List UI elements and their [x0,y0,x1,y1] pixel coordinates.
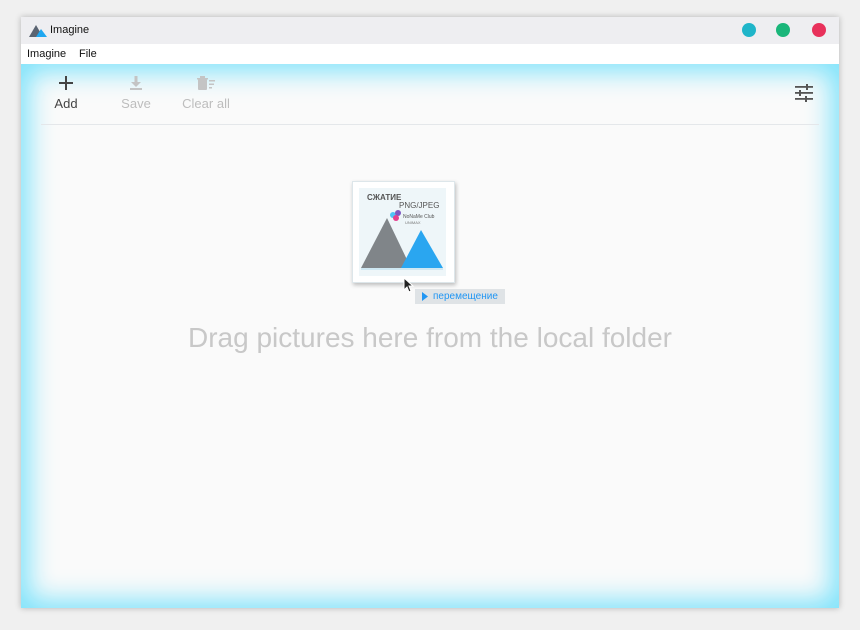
sliders-icon[interactable] [794,84,814,102]
close-button[interactable] [812,23,826,37]
save-button[interactable]: Save [106,74,166,118]
app-window: Imagine Imagine File Add Save Clear all … [21,17,839,608]
drag-move-label: перемещение [433,291,498,302]
add-button[interactable]: Add [36,74,96,118]
save-label: Save [121,96,151,111]
clear-all-label: Clear all [182,96,230,111]
menu-imagine[interactable]: Imagine [27,48,66,60]
thumb-text-4: UNIMAX [405,220,421,225]
mouse-cursor-icon [403,277,415,293]
minimize-button[interactable] [742,23,756,37]
clear-all-button[interactable]: Clear all [176,74,236,118]
add-label: Add [54,96,78,111]
thumbnail-image: СЖАТИЕ PNG/JPEG NoNaMe Club UNIMAX [359,188,446,276]
thumbnail-graphic: СЖАТИЕ PNG/JPEG NoNaMe Club UNIMAX [361,193,443,270]
maximize-button[interactable] [776,23,790,37]
toolbar-divider [41,124,819,125]
menu-file[interactable]: File [79,48,97,60]
window-title: Imagine [50,24,90,36]
download-icon [130,76,142,90]
mountain-logo-icon [29,25,47,37]
menu-bar: Imagine File [21,44,839,64]
drop-hint-text: Drag pictures here from the local folder [188,322,672,353]
drop-area[interactable]: Add Save Clear all СЖАТИЕ PNG/JPEG NoNaM… [21,64,839,608]
thumb-text-1: СЖАТИЕ [367,193,402,202]
dragged-thumbnail: СЖАТИЕ PNG/JPEG NoNaMe Club UNIMAX [352,181,455,283]
plus-icon [59,76,73,90]
title-bar[interactable]: Imagine [21,17,839,44]
thumb-text-2: PNG/JPEG [399,201,439,210]
clear-all-icon [197,76,215,90]
drag-move-badge: перемещение [415,289,505,304]
play-arrow-icon [422,292,428,301]
